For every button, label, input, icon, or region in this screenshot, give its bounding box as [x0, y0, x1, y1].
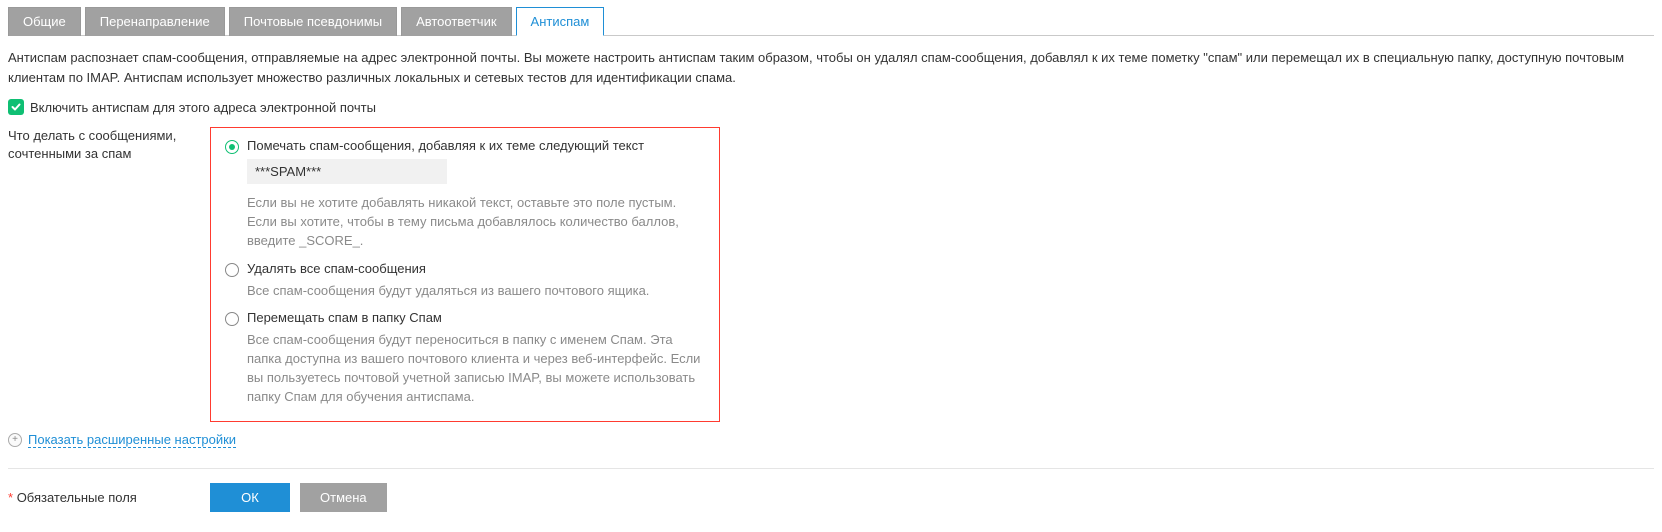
advanced-settings-link[interactable]: Показать расширенные настройки [28, 432, 236, 448]
option-mark-title: Помечать спам-сообщения, добавляя к их т… [247, 138, 705, 153]
radio-move[interactable] [225, 312, 239, 326]
checkbox-enable-antispam[interactable] [8, 99, 24, 115]
ok-button[interactable]: ОК [210, 483, 290, 512]
intro-text: Антиспам распознает спам-сообщения, отпр… [8, 48, 1654, 87]
required-star-icon: * [8, 490, 13, 505]
mark-text-input[interactable] [247, 159, 447, 184]
tab-autoresponder[interactable]: Автоответчик [401, 7, 511, 36]
required-fields-label: Обязательные поля [17, 490, 137, 505]
enable-antispam-row: Включить антиспам для этого адреса элект… [8, 99, 1654, 115]
option-delete-title: Удалять все спам-сообщения [247, 261, 705, 276]
tabs-bar: Общие Перенаправление Почтовые псевдоним… [8, 6, 1654, 36]
spam-action-row: Что делать с сообщениями, сочтенными за … [8, 127, 1654, 422]
tab-general[interactable]: Общие [8, 7, 81, 36]
radio-delete[interactable] [225, 263, 239, 277]
option-mark: Помечать спам-сообщения, добавляя к их т… [225, 138, 705, 251]
cancel-button[interactable]: Отмена [300, 483, 387, 512]
option-mark-desc: Если вы не хотите добавлять никакой текс… [247, 194, 705, 251]
spam-action-options: Помечать спам-сообщения, добавляя к их т… [210, 127, 720, 422]
tab-antispam[interactable]: Антиспам [516, 7, 605, 36]
tab-forwarding[interactable]: Перенаправление [85, 7, 225, 36]
footer-row: * Обязательные поля ОК Отмена [8, 483, 1654, 512]
required-fields-note: * Обязательные поля [8, 490, 210, 505]
footer-divider [8, 468, 1654, 469]
option-delete: Удалять все спам-сообщения Все спам-сооб… [225, 261, 705, 301]
checkmark-icon [11, 102, 21, 112]
spam-action-label: Что делать с сообщениями, сочтенными за … [8, 127, 198, 163]
enable-antispam-label: Включить антиспам для этого адреса элект… [30, 100, 376, 115]
option-delete-desc: Все спам-сообщения будут удаляться из ва… [247, 282, 705, 301]
advanced-settings-row: + Показать расширенные настройки [8, 432, 1654, 448]
option-move: Перемещать спам в папку Спам Все спам-со… [225, 310, 705, 406]
plus-icon[interactable]: + [8, 433, 22, 447]
tab-aliases[interactable]: Почтовые псевдонимы [229, 7, 397, 36]
radio-mark[interactable] [225, 140, 239, 154]
option-move-title: Перемещать спам в папку Спам [247, 310, 705, 325]
option-move-desc: Все спам-сообщения будут переноситься в … [247, 331, 705, 406]
